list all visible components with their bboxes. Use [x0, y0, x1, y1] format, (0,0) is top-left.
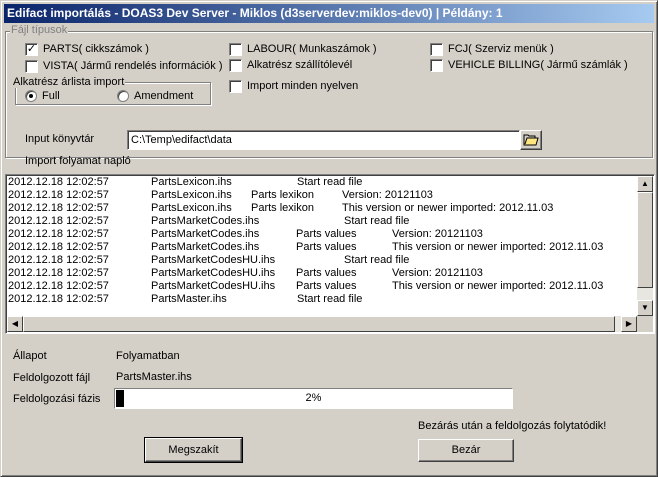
- vehicle-billing-checkbox-label: VEHICLE BILLING( Jármű számlák ): [448, 59, 628, 71]
- log-category: Parts values: [296, 267, 357, 279]
- log-message: Start read file: [344, 215, 410, 227]
- input-dir-label: Input könyvtár: [25, 133, 95, 145]
- log-row[interactable]: 2012.12.18 12:02:57 PartsMarketCodesHU.ih…: [6, 254, 636, 267]
- log-timestamp: 2012.12.18 12:02:57: [8, 254, 109, 266]
- log-row[interactable]: 2012.12.18 12:02:57 PartsLexicon.ihs Parts…: [6, 202, 636, 215]
- state-value: Folyamatban: [116, 350, 180, 362]
- log-timestamp: 2012.12.18 12:02:57: [8, 176, 109, 188]
- log-file: PartsMarketCodes.ihs: [151, 228, 260, 240]
- close-note: Bezárás után a feldolgozás folytatódik!: [418, 420, 607, 432]
- file-types-legend: Fájl típusok: [10, 24, 69, 36]
- phase-label: Feldolgozási fázis: [13, 393, 101, 405]
- vista-checkbox-label: VISTA( Jármű rendelés információk ): [43, 60, 223, 72]
- log-timestamp: 2012.12.18 12:02:57: [8, 267, 109, 279]
- fcj-checkbox[interactable]: [430, 43, 443, 56]
- log-message: Version: 20121103: [392, 228, 483, 240]
- log-timestamp: 2012.12.18 12:02:57: [8, 280, 109, 292]
- log-message: This version or newer imported: 2012.11.…: [392, 241, 604, 253]
- delivery-note-checkbox[interactable]: [229, 59, 242, 72]
- import-window: Edifact importálás - DOAS3 Dev Server - …: [0, 0, 658, 477]
- log-file: PartsMarketCodes.ihs: [151, 215, 260, 227]
- log-message: Version: 20121103: [392, 267, 483, 279]
- parts-checkbox-label: PARTS( cikkszámok ): [43, 43, 149, 55]
- log-category: Parts values: [296, 228, 357, 240]
- full-radio[interactable]: [25, 90, 37, 102]
- log-timestamp: 2012.12.18 12:02:57: [8, 293, 109, 305]
- processed-file-value: PartsMaster.ihs: [116, 371, 192, 383]
- vertical-scroll-thumb[interactable]: [637, 192, 653, 288]
- horizontal-scroll-thumb[interactable]: [23, 316, 615, 332]
- log-label: Import folyamat napló: [25, 155, 131, 167]
- scroll-down-icon[interactable]: ▼: [637, 300, 653, 316]
- full-radio-label: Full: [42, 90, 60, 102]
- close-button[interactable]: Bezár: [418, 439, 514, 462]
- scroll-up-icon[interactable]: ▲: [637, 176, 653, 192]
- log-file: PartsMarketCodesHU.ihs: [151, 254, 276, 266]
- log-file: PartsLexicon.ihs: [151, 189, 232, 201]
- log-timestamp: 2012.12.18 12:02:57: [8, 202, 109, 214]
- log-row[interactable]: 2012.12.18 12:02:57 PartsLexicon.ihs Parts…: [6, 189, 636, 202]
- log-message: This version or newer imported: 2012.11.…: [342, 202, 554, 214]
- log-file: PartsMarketCodes.ihs: [151, 241, 260, 253]
- log-message: Start read file: [297, 176, 363, 188]
- log-message: This version or newer imported: 2012.11.…: [392, 280, 604, 292]
- log-category: Parts lexikon: [251, 189, 314, 201]
- log-list[interactable]: ▲ ▼ ◀ ▶ 2012.12.18 12:02:57 PartsLexicon.…: [5, 174, 655, 334]
- progress-text: 2%: [305, 392, 322, 404]
- log-file: PartsMarketCodesHU.ihs: [151, 267, 276, 279]
- log-file: PartsMaster.ihs: [151, 293, 227, 305]
- log-row[interactable]: 2012.12.18 12:02:57 PartsMarketCodes.ihs S…: [6, 215, 636, 228]
- log-file: PartsLexicon.ihs: [151, 202, 232, 214]
- processed-file-label: Feldolgozott fájl: [13, 372, 91, 384]
- window-title: Edifact importálás - DOAS3 Dev Server - …: [4, 4, 654, 23]
- log-timestamp: 2012.12.18 12:02:57: [8, 228, 109, 240]
- fcj-checkbox-label: FCJ( Szerviz menük ): [448, 43, 554, 55]
- log-message: Start read file: [297, 293, 363, 305]
- price-list-legend: Alkatrész árlista import: [12, 76, 126, 88]
- log-message: Start read file: [344, 254, 410, 266]
- parts-checkbox[interactable]: ✓: [25, 43, 38, 56]
- progress-bar: 2%: [114, 388, 513, 409]
- log-row[interactable]: 2012.12.18 12:02:57 PartsLexicon.ihs Start…: [6, 176, 636, 189]
- log-category: Parts values: [296, 241, 357, 253]
- log-file: PartsMarketCodesHU.ihs: [151, 280, 276, 292]
- log-timestamp: 2012.12.18 12:02:57: [8, 241, 109, 253]
- log-row[interactable]: 2012.12.18 12:02:57 PartsMaster.ihs Start …: [6, 293, 636, 306]
- scroll-left-icon[interactable]: ◀: [7, 316, 23, 332]
- labour-checkbox[interactable]: [229, 43, 242, 56]
- all-languages-checkbox[interactable]: [229, 80, 242, 93]
- state-label: Állapot: [13, 350, 47, 362]
- scroll-right-icon[interactable]: ▶: [621, 316, 637, 332]
- amendment-radio-label: Amendment: [134, 90, 194, 102]
- vista-checkbox[interactable]: [25, 60, 38, 73]
- log-timestamp: 2012.12.18 12:02:57: [8, 215, 109, 227]
- log-timestamp: 2012.12.18 12:02:57: [8, 189, 109, 201]
- scrollbar-corner: [637, 316, 653, 332]
- log-row[interactable]: 2012.12.18 12:02:57 PartsMarketCodes.ihs P…: [6, 241, 636, 254]
- vehicle-billing-checkbox[interactable]: [430, 59, 443, 72]
- all-languages-checkbox-label: Import minden nyelven: [247, 80, 359, 92]
- cancel-button[interactable]: Megszakít: [144, 437, 243, 463]
- log-vertical-scrollbar[interactable]: ▲ ▼: [637, 176, 653, 316]
- log-row[interactable]: 2012.12.18 12:02:57 PartsMarketCodesHU.ih…: [6, 267, 636, 280]
- input-dir-field[interactable]: C:\Temp\edifact\data: [127, 130, 520, 150]
- browse-button[interactable]: [520, 130, 542, 150]
- log-category: Parts lexikon: [251, 202, 314, 214]
- log-row[interactable]: 2012.12.18 12:02:57 PartsMarketCodesHU.ih…: [6, 280, 636, 293]
- log-file: PartsLexicon.ihs: [151, 176, 232, 188]
- delivery-note-checkbox-label: Alkatrész szállítólevél: [247, 59, 353, 71]
- labour-checkbox-label: LABOUR( Munkaszámok ): [247, 43, 377, 55]
- log-message: Version: 20121103: [342, 189, 433, 201]
- amendment-radio[interactable]: [117, 90, 129, 102]
- log-horizontal-scrollbar[interactable]: ◀ ▶: [7, 316, 637, 332]
- log-row[interactable]: 2012.12.18 12:02:57 PartsMarketCodes.ihs P…: [6, 228, 636, 241]
- log-category: Parts values: [296, 280, 357, 292]
- folder-open-icon: [523, 134, 539, 146]
